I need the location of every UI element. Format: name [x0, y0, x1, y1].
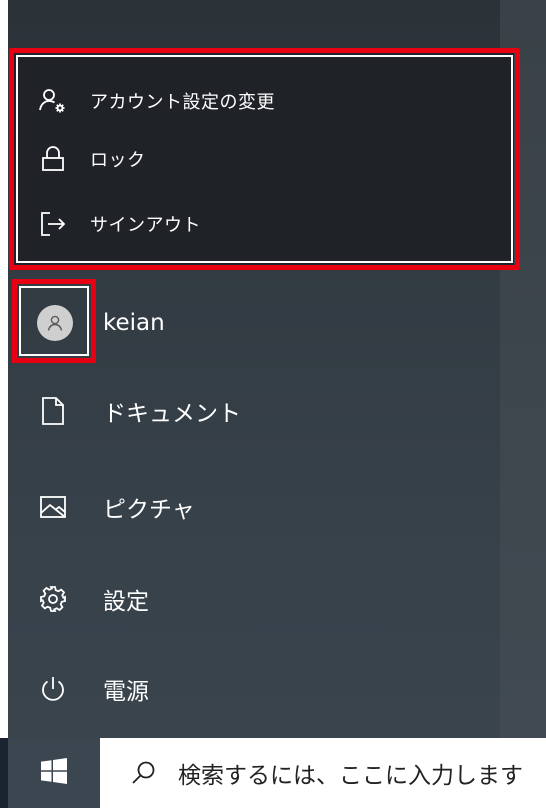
user-account-button[interactable]: keian [8, 290, 500, 356]
settings-label: 設定 [103, 589, 149, 615]
lock-label: ロック [90, 150, 146, 171]
windows-logo-icon [41, 758, 67, 788]
search-box[interactable]: 検索するには、ここに入力します [100, 738, 546, 808]
lock-icon [38, 144, 68, 174]
account-settings-label: アカウント設定の変更 [90, 92, 275, 113]
documents-label: ドキュメント [103, 401, 241, 427]
user-avatar-icon[interactable] [37, 305, 73, 341]
lock-item[interactable]: ロック [14, 130, 514, 188]
account-settings-icon [38, 86, 68, 116]
search-placeholder: 検索するには、ここに入力します [178, 763, 523, 789]
sign-out-item[interactable]: サインアウト [14, 195, 514, 253]
gear-icon [36, 582, 70, 616]
sign-out-icon [38, 209, 68, 239]
pictures-icon [36, 490, 70, 524]
start-button[interactable] [8, 738, 100, 808]
settings-item[interactable]: 設定 [8, 566, 500, 632]
documents-item[interactable]: ドキュメント [8, 378, 500, 444]
search-icon [130, 759, 158, 787]
user-name: keian [103, 310, 165, 336]
pictures-item[interactable]: ピクチャ [8, 474, 500, 540]
document-icon [36, 394, 70, 428]
pictures-label: ピクチャ [103, 497, 195, 523]
sign-out-label: サインアウト [90, 215, 201, 236]
power-label: 電源 [103, 679, 149, 705]
power-icon [36, 672, 70, 706]
power-item[interactable]: 電源 [8, 656, 500, 722]
account-settings-item[interactable]: アカウント設定の変更 [14, 72, 514, 130]
